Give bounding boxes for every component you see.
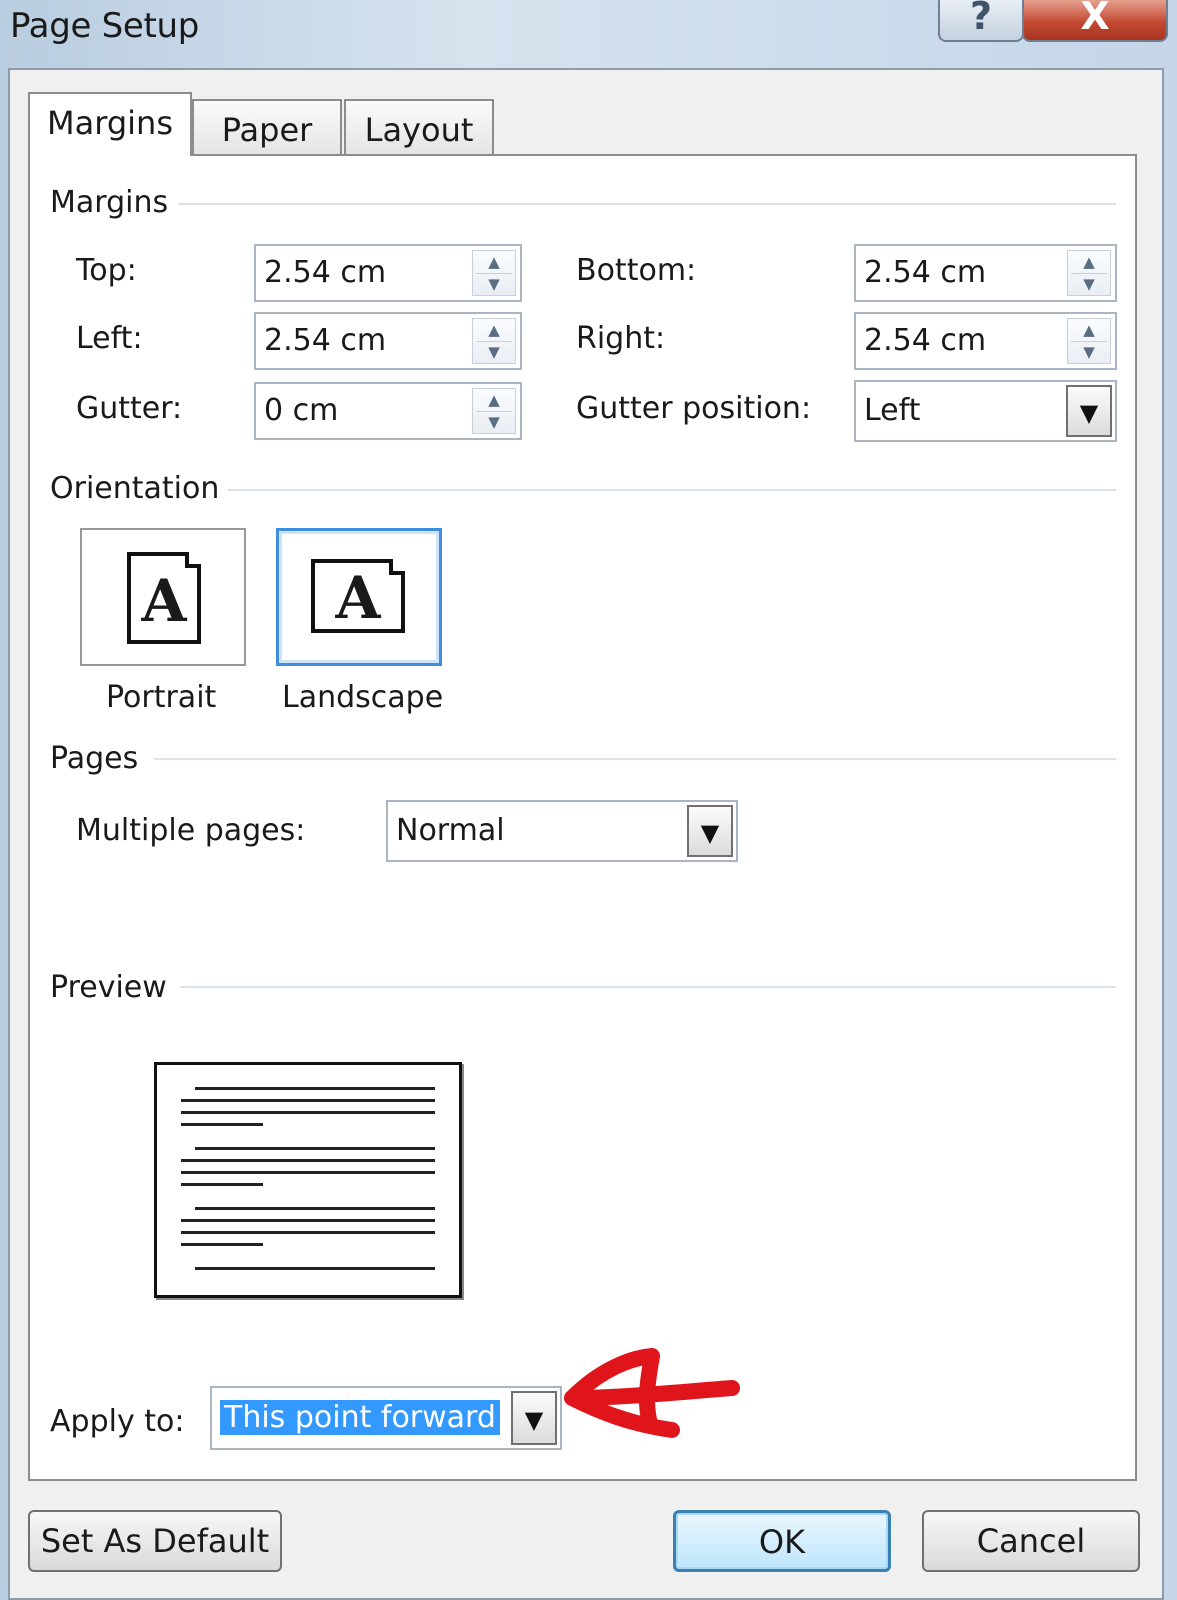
top-margin-field[interactable]: 2.54 cm ▲ ▼ — [254, 244, 522, 302]
ok-button[interactable]: OK — [673, 1510, 891, 1572]
left-margin-field[interactable]: 2.54 cm ▲ ▼ — [254, 312, 522, 370]
help-button[interactable]: ? — [938, 0, 1024, 42]
margins-divider — [178, 203, 1116, 205]
margins-heading: Margins — [50, 185, 169, 220]
gutter-position-dropdown-button[interactable]: ▼ — [1066, 385, 1112, 437]
tab-paper[interactable]: Paper — [192, 99, 342, 157]
apply-to-label: Apply to: — [50, 1404, 185, 1439]
orientation-heading: Orientation — [50, 471, 220, 506]
help-icon: ? — [969, 0, 993, 38]
top-margin-value: 2.54 cm — [264, 255, 387, 290]
right-label: Right: — [576, 321, 666, 356]
gutter-position-value: Left — [864, 393, 921, 428]
tab-margins[interactable]: Margins — [28, 92, 192, 156]
multiple-pages-dropdown-button[interactable]: ▼ — [687, 805, 733, 857]
spin-down-icon[interactable]: ▼ — [1068, 275, 1110, 293]
cancel-button[interactable]: Cancel — [922, 1510, 1140, 1572]
multiple-pages-value: Normal — [396, 813, 505, 848]
spin-down-icon[interactable]: ▼ — [1068, 343, 1110, 361]
chevron-down-icon: ▼ — [1079, 399, 1099, 427]
bottom-margin-stepper[interactable]: ▲ ▼ — [1067, 250, 1111, 296]
preview-text-line — [181, 1123, 263, 1126]
landscape-page-icon: A — [311, 559, 405, 633]
left-margin-value: 2.54 cm — [264, 323, 387, 358]
landscape-label[interactable]: Landscape — [282, 680, 443, 715]
preview-text-line — [181, 1171, 435, 1174]
top-margin-stepper[interactable]: ▲ ▼ — [472, 250, 516, 296]
spin-up-icon[interactable]: ▲ — [1068, 321, 1110, 339]
top-label: Top: — [76, 253, 137, 288]
left-label: Left: — [76, 321, 143, 356]
preview-text-line — [181, 1243, 263, 1246]
preview-divider — [180, 986, 1116, 988]
portrait-option[interactable]: A — [80, 528, 246, 666]
close-icon: X — [1080, 0, 1110, 38]
spin-down-icon[interactable]: ▼ — [473, 413, 515, 431]
landscape-option[interactable]: A — [276, 528, 442, 666]
apply-to-dropdown-button[interactable]: ▼ — [511, 1391, 557, 1445]
preview-text-line — [181, 1183, 263, 1186]
preview-text-line — [181, 1219, 435, 1222]
chevron-down-icon: ▼ — [524, 1406, 544, 1434]
pages-divider — [154, 758, 1116, 760]
apply-to-value: This point forward — [220, 1400, 500, 1435]
spin-down-icon[interactable]: ▼ — [473, 275, 515, 293]
set-as-default-button[interactable]: Set As Default — [28, 1510, 282, 1572]
portrait-label[interactable]: Portrait — [106, 680, 216, 715]
bottom-margin-field[interactable]: 2.54 cm ▲ ▼ — [854, 244, 1117, 302]
gutter-stepper[interactable]: ▲ ▼ — [472, 388, 516, 434]
page-preview — [154, 1062, 462, 1298]
spin-up-icon[interactable]: ▲ — [1068, 253, 1110, 271]
right-margin-field[interactable]: 2.54 cm ▲ ▼ — [854, 312, 1117, 370]
portrait-page-glyph: A — [141, 567, 187, 635]
preview-text-line — [195, 1267, 435, 1270]
spin-down-icon[interactable]: ▼ — [473, 343, 515, 361]
spin-up-icon[interactable]: ▲ — [473, 321, 515, 339]
orientation-divider — [228, 489, 1116, 491]
multiple-pages-label: Multiple pages: — [76, 813, 306, 848]
gutter-value: 0 cm — [264, 393, 339, 428]
gutter-field[interactable]: 0 cm ▲ ▼ — [254, 382, 522, 440]
portrait-page-icon: A — [127, 552, 201, 644]
window-title: Page Setup — [10, 6, 200, 46]
chevron-down-icon: ▼ — [700, 819, 720, 847]
landscape-page-glyph: A — [335, 564, 381, 632]
close-button[interactable]: X — [1022, 0, 1168, 42]
tab-layout[interactable]: Layout — [344, 99, 494, 157]
spin-up-icon[interactable]: ▲ — [473, 253, 515, 271]
spin-up-icon[interactable]: ▲ — [473, 391, 515, 409]
preview-text-line — [195, 1147, 435, 1150]
preview-text-line — [181, 1231, 435, 1234]
gutter-label: Gutter: — [76, 391, 183, 426]
preview-text-line — [181, 1111, 435, 1114]
apply-to-select[interactable]: This point forward ▼ — [210, 1386, 562, 1450]
right-margin-value: 2.54 cm — [864, 323, 987, 358]
preview-text-line — [181, 1099, 435, 1102]
right-margin-stepper[interactable]: ▲ ▼ — [1067, 318, 1111, 364]
gutter-position-label: Gutter position: — [576, 391, 812, 426]
annotation-arrow-icon — [564, 1348, 740, 1438]
preview-heading: Preview — [50, 970, 167, 1005]
preview-text-line — [195, 1087, 435, 1090]
bottom-margin-value: 2.54 cm — [864, 255, 987, 290]
bottom-label: Bottom: — [576, 253, 697, 288]
left-margin-stepper[interactable]: ▲ ▼ — [472, 318, 516, 364]
preview-text-line — [195, 1207, 435, 1210]
multiple-pages-select[interactable]: Normal ▼ — [386, 800, 738, 862]
pages-heading: Pages — [50, 741, 139, 776]
preview-text-line — [181, 1159, 435, 1162]
gutter-position-select[interactable]: Left ▼ — [854, 380, 1117, 442]
